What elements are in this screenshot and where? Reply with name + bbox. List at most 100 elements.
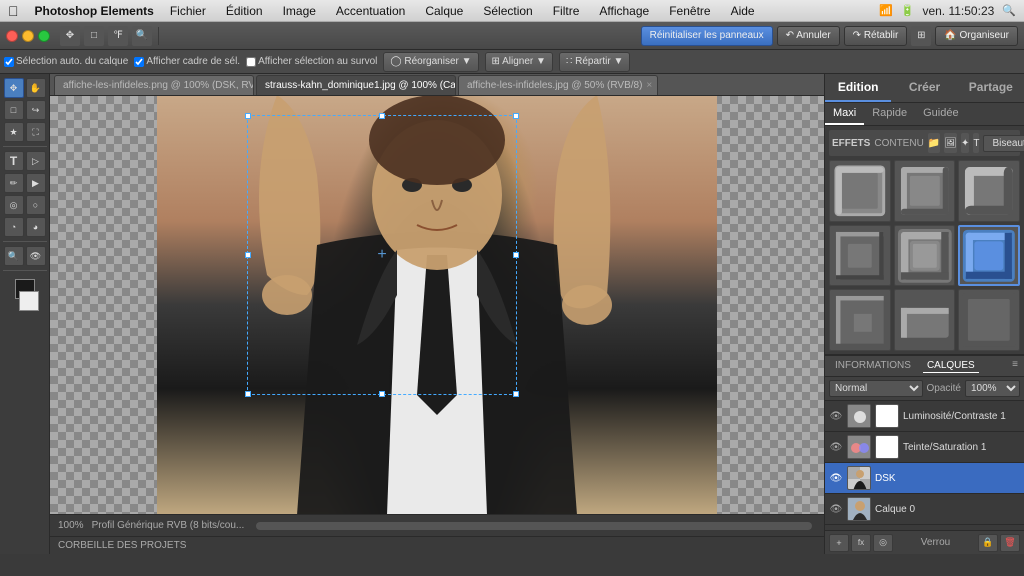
menu-image[interactable]: Image: [279, 2, 320, 20]
hand-tool[interactable]: ✋: [26, 78, 46, 98]
organiseur-button[interactable]: 🏠 Organiseur: [935, 26, 1018, 46]
layer-luminosity[interactable]: 👁 Luminosité/Contraste 1: [825, 401, 1024, 432]
maximize-button[interactable]: [38, 30, 50, 42]
subtab-maxi[interactable]: Maxi: [825, 103, 864, 125]
delete-layer-button[interactable]: 🗑: [1000, 534, 1020, 552]
layer-eye-calque0[interactable]: 👁: [829, 502, 843, 516]
selection-tools: ✥ ✋ □ ↪ ★ ⛶: [3, 78, 47, 147]
effect-thumb-4[interactable]: [829, 225, 891, 287]
layer-eye-dsk[interactable]: 👁: [829, 471, 843, 485]
background-color[interactable]: [19, 291, 39, 311]
effect-thumb-2[interactable]: [894, 160, 956, 222]
menu-aide[interactable]: Aide: [727, 2, 759, 20]
lasso-tool[interactable]: ↪: [26, 100, 46, 120]
tab-creer[interactable]: Créer: [891, 74, 957, 102]
effect-thumb-7[interactable]: [829, 289, 891, 351]
move-tool[interactable]: ✥: [4, 78, 24, 98]
panel-options-icon[interactable]: ≡: [1012, 359, 1018, 373]
tab-affiche-infideles-2[interactable]: affiche-les-infideles.jpg @ 50% (RVB/8) …: [458, 75, 658, 95]
zoom-tool-icon[interactable]: 🔍: [132, 26, 152, 46]
show-hover-checkbox[interactable]: Afficher sélection au survol: [246, 56, 377, 67]
layer-dsk[interactable]: 👁 DSK: [825, 463, 1024, 494]
battery-icon: 🔋: [901, 4, 915, 17]
clone-tool[interactable]: ◎: [4, 195, 24, 215]
zoom-tool[interactable]: 🔍: [4, 246, 24, 266]
tab-affiche-infideles-1[interactable]: affiche-les-infideles.png @ 100% (DSK, R…: [54, 75, 254, 95]
time-display: ven. 11:50:23: [922, 4, 994, 18]
move-tool-icon[interactable]: ✥: [60, 26, 80, 46]
apple-logo[interactable]: : [8, 3, 19, 19]
show-frame-checkbox[interactable]: Afficher cadre de sél.: [134, 56, 240, 67]
tab-partage[interactable]: Partage: [958, 74, 1024, 102]
layer-fx-button[interactable]: fx: [851, 534, 871, 552]
portrait-image: [157, 96, 717, 514]
layer-eye-hue[interactable]: 👁: [829, 440, 843, 454]
layer-calque0[interactable]: 👁 Calque 0: [825, 494, 1024, 525]
type-tool[interactable]: T: [4, 151, 24, 171]
effects-photo-icon[interactable]: 🖼: [944, 133, 957, 153]
effects-folder-icon[interactable]: 📁: [928, 133, 940, 153]
dodge-tool[interactable]: ◔: [4, 217, 24, 237]
tab-edition[interactable]: Edition: [825, 74, 891, 102]
effects-category-select[interactable]: Biseautages: [983, 135, 1024, 152]
effects-fx-icon[interactable]: ✦: [961, 133, 969, 153]
menu-edition[interactable]: Édition: [222, 2, 267, 20]
corbeille-bar: CORBEILLE DES PROJETS: [50, 536, 824, 554]
opacity-select[interactable]: 100%: [965, 380, 1020, 397]
effect-thumb-9[interactable]: [958, 289, 1020, 351]
tab-close-3[interactable]: ×: [646, 80, 652, 91]
aligner-button[interactable]: ⊞ Aligner ▼: [485, 52, 553, 72]
menu-selection[interactable]: Sélection: [479, 2, 536, 20]
close-button[interactable]: [6, 30, 18, 42]
subtab-guidee[interactable]: Guidée: [915, 103, 966, 125]
tab-strauss-kahn[interactable]: strauss-kahn_dominique1.jpg @ 100% (Calq…: [256, 75, 456, 95]
horizontal-scrollbar[interactable]: [256, 522, 812, 530]
annuler-button[interactable]: ↶ Annuler: [777, 26, 840, 46]
new-layer-button[interactable]: +: [829, 534, 849, 552]
effects-text-icon[interactable]: T: [973, 133, 979, 153]
menu-fenetre[interactable]: Fenêtre: [665, 2, 714, 20]
search-icon[interactable]: 🔍: [1002, 4, 1016, 17]
blend-mode-select[interactable]: Normal: [829, 380, 923, 397]
rect-marquee-tool[interactable]: □: [4, 100, 24, 120]
effect-thumb-8[interactable]: [894, 289, 956, 351]
layer-name-dsk: DSK: [875, 473, 1020, 484]
menu-filtre[interactable]: Filtre: [549, 2, 584, 20]
layer-hue-saturation[interactable]: 👁 Teinte/Saturation 1: [825, 432, 1024, 463]
color-profile: Profil Générique RVB (8 bits/cou...: [92, 520, 245, 531]
canvas-viewport[interactable]: +: [50, 96, 824, 514]
retablir-button[interactable]: ↷ Rétablir: [844, 26, 908, 46]
effect-thumb-5[interactable]: [894, 225, 956, 287]
menu-calque[interactable]: Calque: [421, 2, 467, 20]
effect-thumb-3[interactable]: [958, 160, 1020, 222]
brush-tool[interactable]: ✏: [4, 173, 24, 193]
heal-tool[interactable]: ○: [26, 195, 46, 215]
layer-mask-button[interactable]: ◎: [873, 534, 893, 552]
menu-fichier[interactable]: Fichier: [166, 2, 210, 20]
lock-icon[interactable]: 🔒: [978, 534, 998, 552]
menu-affichage[interactable]: Affichage: [595, 2, 653, 20]
menu-accentuation[interactable]: Accentuation: [332, 2, 409, 20]
eraser-tool[interactable]: ▶: [26, 173, 46, 193]
effect-thumb-6[interactable]: [958, 225, 1020, 287]
minimize-button[interactable]: [22, 30, 34, 42]
crop-tool[interactable]: ⛶: [26, 122, 46, 142]
marquee-tool-icon[interactable]: □: [84, 26, 104, 46]
shape-tool[interactable]: ▷: [26, 151, 46, 171]
effects-label: EFFETS: [832, 138, 870, 149]
calques-tab[interactable]: CALQUES: [923, 359, 979, 373]
auto-select-checkbox[interactable]: Sélection auto. du calque: [4, 56, 128, 67]
magic-wand-tool[interactable]: ★: [4, 122, 24, 142]
reorganiser-button[interactable]: ◯ Réorganiser ▼: [383, 52, 478, 72]
informations-tab[interactable]: INFORMATIONS: [831, 359, 915, 373]
eyedropper-tool[interactable]: 👁: [26, 246, 46, 266]
effect-thumb-1[interactable]: [829, 160, 891, 222]
subtab-rapide[interactable]: Rapide: [864, 103, 915, 125]
effects-panel: EFFETS CONTENU 📁 🖼 ✦ T Biseautages: [825, 126, 1024, 354]
layer-eye-luminosity[interactable]: 👁: [829, 409, 843, 423]
smudge-tool[interactable]: ◕: [26, 217, 46, 237]
repartir-button[interactable]: ∷ Répartir ▼: [559, 52, 630, 72]
grid-icon[interactable]: ⊞: [911, 26, 931, 46]
lasso-tool-icon[interactable]: ℉: [108, 26, 128, 46]
reinitialiser-button[interactable]: Réinitialiser les panneaux: [641, 26, 773, 46]
